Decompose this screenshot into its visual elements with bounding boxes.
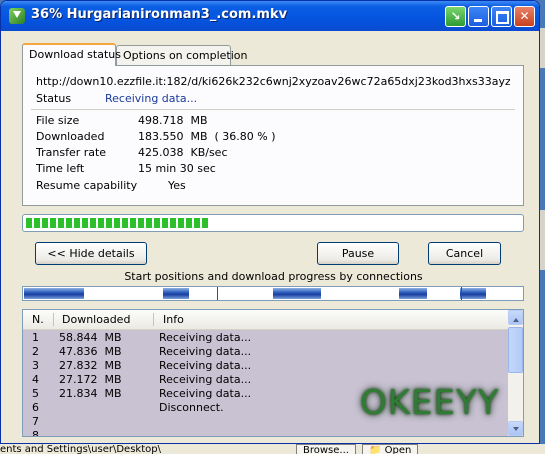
downloaded-value: 183.550 MB ( 36.80 % ) bbox=[138, 130, 276, 143]
column-divider[interactable] bbox=[53, 313, 54, 326]
download-arrow-icon bbox=[9, 8, 25, 24]
background-window-edge bbox=[540, 210, 545, 270]
file-size-value: 498.718 MB bbox=[138, 114, 208, 127]
list-item[interactable]: 3 27.832 MB Receiving data... bbox=[23, 359, 508, 373]
scroll-thumb[interactable] bbox=[508, 327, 523, 373]
connection-downloaded: 27.832 MB bbox=[59, 359, 122, 372]
connection-info: Disconnect. bbox=[159, 401, 224, 414]
tray-arrow-icon: ↘ bbox=[450, 9, 461, 23]
details-divider bbox=[31, 109, 515, 110]
connection-number: 5 bbox=[32, 387, 39, 400]
column-header-downloaded[interactable]: Downloaded bbox=[62, 313, 130, 326]
folder-icon: 📁 bbox=[369, 445, 382, 454]
vertical-scrollbar[interactable] bbox=[508, 310, 523, 436]
tab-download-status[interactable]: Download status bbox=[22, 43, 121, 66]
connections-progress-bar bbox=[22, 286, 524, 301]
minimize-to-tray-button[interactable]: ↘ bbox=[445, 6, 466, 27]
connection-number: 2 bbox=[32, 345, 39, 358]
tab-options-on-completion[interactable]: Options on completion bbox=[116, 45, 248, 65]
scroll-down-button[interactable] bbox=[508, 421, 523, 436]
list-item[interactable]: 2 47.836 MB Receiving data... bbox=[23, 345, 508, 359]
column-header-info[interactable]: Info bbox=[163, 313, 184, 326]
resume-capability-label: Resume capability bbox=[36, 179, 138, 192]
transfer-rate-label: Transfer rate bbox=[36, 146, 107, 159]
download-progress-bar bbox=[22, 214, 524, 232]
file-size-label: File size bbox=[36, 114, 80, 127]
list-item[interactable]: 8 bbox=[23, 429, 508, 437]
connection-downloaded: 47.836 MB bbox=[59, 345, 122, 358]
list-item[interactable]: 1 58.844 MB Receiving data... bbox=[23, 331, 508, 345]
title-bar[interactable]: 36% Hurgarianironman3_.com.mkv ↘ ✕ bbox=[1, 1, 539, 31]
connection-start-marker bbox=[217, 287, 218, 300]
connection-segment bbox=[24, 288, 84, 299]
connection-info: Receiving data... bbox=[159, 387, 252, 400]
maximize-button[interactable] bbox=[491, 6, 512, 27]
connection-info: Receiving data... bbox=[159, 345, 252, 358]
open-button[interactable]: 📁 Open bbox=[362, 444, 419, 454]
connections-list-header: N. Downloaded Info bbox=[23, 310, 508, 330]
time-left-value: 15 min 30 sec bbox=[138, 162, 216, 175]
download-status-panel: http://down10.ezzfile.it:182/d/ki626k232… bbox=[22, 65, 524, 206]
connection-downloaded: 21.834 MB bbox=[59, 387, 122, 400]
resume-capability-value: Yes bbox=[168, 179, 186, 192]
status-label: Status bbox=[36, 92, 72, 105]
connections-caption: Start positions and download progress by… bbox=[124, 270, 423, 283]
connection-number: 3 bbox=[32, 359, 39, 372]
connection-downloaded: 27.172 MB bbox=[59, 373, 122, 386]
column-divider[interactable] bbox=[153, 313, 154, 326]
close-icon: ✕ bbox=[519, 9, 530, 23]
connection-info: Receiving data... bbox=[159, 359, 252, 372]
connection-segment bbox=[163, 288, 189, 299]
connection-segment bbox=[460, 288, 486, 299]
connection-number: 7 bbox=[32, 415, 39, 428]
connection-number: 6 bbox=[32, 401, 39, 414]
background-window-edge bbox=[540, 28, 545, 68]
downloaded-label: Downloaded bbox=[36, 130, 105, 143]
download-progress-window: 36% Hurgarianironman3_.com.mkv ↘ ✕ Downl… bbox=[0, 0, 540, 444]
transfer-rate-value: 425.038 KB/sec bbox=[138, 146, 228, 159]
watermark-text: OKEEYY bbox=[360, 383, 500, 423]
status-value: Receiving data... bbox=[105, 92, 198, 105]
scroll-up-button[interactable] bbox=[508, 310, 523, 325]
progress-fill bbox=[26, 218, 208, 228]
browse-button[interactable]: Browse... bbox=[296, 444, 356, 454]
column-header-n[interactable]: N. bbox=[32, 313, 44, 326]
background-window: ents and Settings\user\Desktop\ Browse..… bbox=[0, 444, 545, 454]
cancel-button[interactable]: Cancel bbox=[428, 242, 501, 265]
connection-segment bbox=[399, 288, 427, 299]
connection-downloaded: 58.844 MB bbox=[59, 331, 122, 344]
open-button-label: Open bbox=[384, 445, 412, 454]
chevron-down-icon bbox=[513, 427, 519, 434]
connection-info: Receiving data... bbox=[159, 331, 252, 344]
background-path-text: ents and Settings\user\Desktop\ bbox=[0, 444, 161, 454]
time-left-label: Time left bbox=[36, 162, 85, 175]
connection-info: Receiving data... bbox=[159, 373, 252, 386]
hide-details-button[interactable]: << Hide details bbox=[35, 242, 147, 265]
download-url: http://down10.ezzfile.it:182/d/ki626k232… bbox=[36, 75, 510, 88]
minimize-button[interactable] bbox=[468, 6, 489, 27]
close-button[interactable]: ✕ bbox=[514, 6, 535, 27]
connection-number: 8 bbox=[32, 429, 39, 437]
connection-segment bbox=[273, 288, 321, 299]
connection-number: 1 bbox=[32, 331, 39, 344]
connection-number: 4 bbox=[32, 373, 39, 386]
chevron-up-icon bbox=[513, 315, 519, 322]
connection-start-marker bbox=[461, 287, 462, 300]
pause-button[interactable]: Pause bbox=[317, 242, 399, 265]
window-title: 36% Hurgarianironman3_.com.mkv bbox=[31, 7, 288, 22]
